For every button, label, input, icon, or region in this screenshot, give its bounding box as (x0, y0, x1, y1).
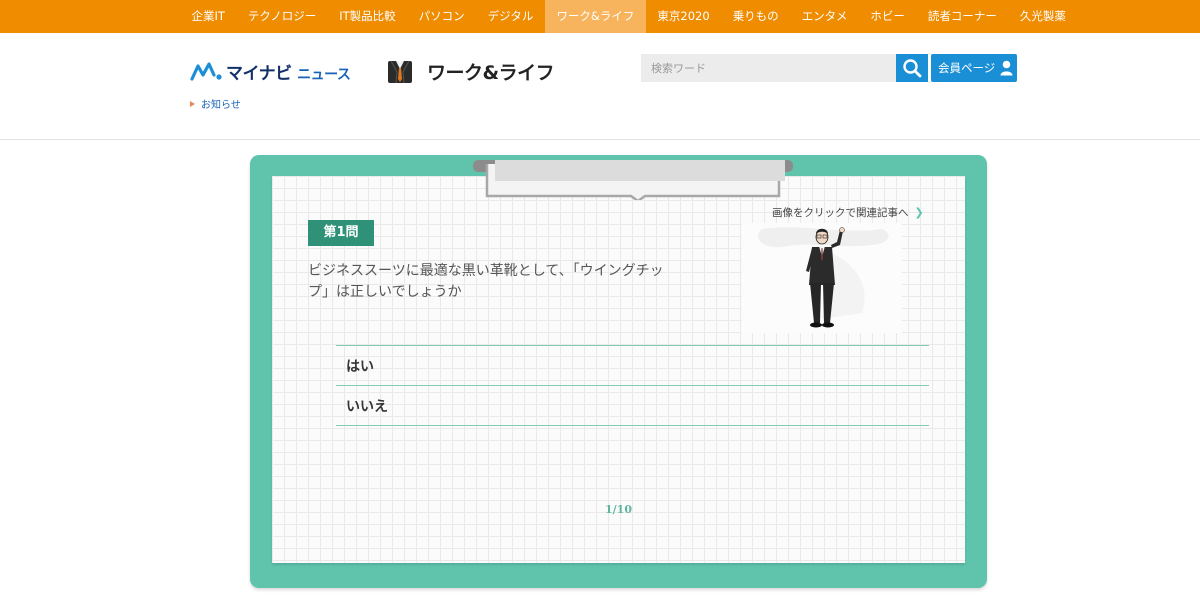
question-number-badge: 第1問 (308, 220, 374, 246)
member-page-label: 会員ページ (938, 61, 996, 75)
nav-item[interactable]: 企業IT (180, 0, 236, 33)
nav-item[interactable]: 乗りもの (721, 0, 790, 33)
nav-item[interactable]: 東京2020 (646, 0, 721, 33)
question-progress: 1/10 (605, 503, 632, 516)
nav-item[interactable]: デジタル (476, 0, 545, 33)
news-link-label: お知らせ (201, 100, 241, 111)
question-text: ビジネススーツに最適な黒い革靴として、「ウイングチップ」は正しいでしょうか (308, 263, 664, 300)
related-article-label: 画像をクリックで関連記事へ (772, 207, 909, 219)
chevron-right-icon: ❯ (914, 206, 924, 219)
answer-option[interactable]: いいえ (336, 386, 929, 426)
user-icon (1000, 60, 1013, 76)
search-button[interactable] (896, 54, 928, 82)
search-icon (903, 59, 922, 78)
nav-item[interactable]: 久光製薬 (1008, 0, 1077, 33)
businessman-illustration[interactable] (742, 223, 902, 333)
suit-icon (388, 60, 412, 83)
nav-item[interactable]: 読者コーナー (916, 0, 1008, 33)
search-input[interactable] (641, 54, 896, 82)
nav-item[interactable]: ホビー (859, 0, 917, 33)
top-nav-list: 企業IT テクノロジー IT製品比較 パソコン デジタル ワーク&ライフ 東京2020 乗りも… (180, 0, 1077, 33)
site-logo[interactable]: マイナビ ニュース (190, 59, 351, 84)
answer-list: はい いいえ (336, 345, 929, 426)
top-nav-bar: 企業IT テクノロジー IT製品比較 パソコン デジタル ワーク&ライフ 東京2020 乗りも… (0, 0, 1200, 33)
section-logo[interactable]: ワーク&ライフ (387, 58, 555, 84)
answer-option[interactable]: はい (336, 346, 929, 386)
related-article-link[interactable]: 画像をクリックで関連記事へ ❯ (772, 205, 924, 220)
nav-item[interactable]: ワーク&ライフ (544, 0, 646, 33)
section-title: ワーク&ライフ (427, 61, 555, 84)
nav-item[interactable]: IT製品比較 (328, 0, 407, 33)
nav-item[interactable]: テクノロジー (236, 0, 327, 33)
quiz-board: 第1問 ビジネススーツに最適な黒い革靴として、「ウイングチップ」は正しいでしょう… (250, 155, 987, 588)
nav-item[interactable]: パソコン (407, 0, 476, 33)
news-link[interactable]: お知らせ (190, 96, 241, 111)
nav-item[interactable]: エンタメ (790, 0, 859, 33)
triangle-right-icon (190, 100, 195, 107)
site-header: マイナビ ニュース ワーク&ライフ 会員ページ お知らせ (0, 33, 1200, 140)
mynavi-logo-icon (190, 62, 222, 81)
member-page-button[interactable]: 会員ページ (931, 54, 1017, 82)
site-logo-text: マイナビ ニュース (226, 63, 351, 84)
clipboard-clip (473, 160, 793, 200)
quiz-paper: 第1問 ビジネススーツに最適な黒い革靴として、「ウイングチップ」は正しいでしょう… (272, 160, 965, 563)
